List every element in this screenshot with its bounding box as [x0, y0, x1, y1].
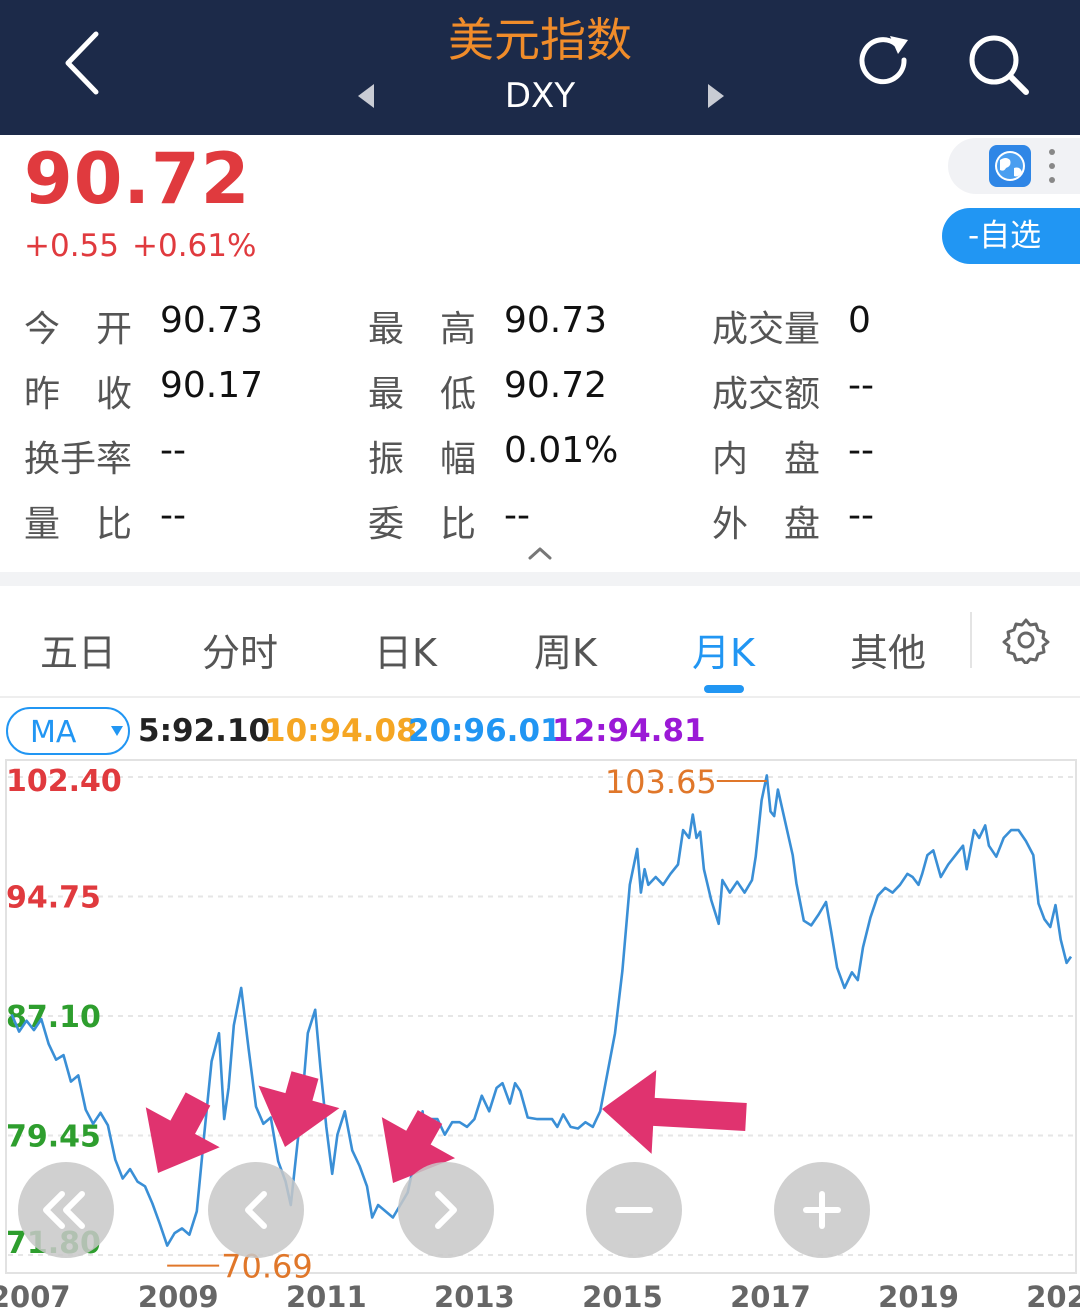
scroll-right-button[interactable] — [398, 1162, 494, 1258]
globe-icon[interactable] — [988, 144, 1032, 188]
price-change: +0.55 — [24, 228, 119, 264]
stat-label-volume: 成交量 — [712, 309, 821, 350]
tab-daily-k[interactable]: 日K — [374, 622, 437, 677]
max-value-label: 103.65 — [605, 763, 717, 801]
tab-divider — [970, 612, 972, 668]
y-tick-label: 79.45 — [6, 1120, 101, 1155]
stat-label-prev-close: 昨 收 — [24, 374, 133, 415]
active-tab-indicator — [704, 685, 744, 693]
chevron-left-icon — [245, 1191, 267, 1229]
stat-value-inner: -- — [848, 430, 874, 471]
refresh-icon[interactable] — [852, 30, 916, 94]
x-tick-label: 2009 — [138, 1280, 219, 1310]
stat-value-low: 90.72 — [504, 365, 608, 406]
stat-label-low: 最 低 — [368, 374, 477, 415]
tab-weekly-k[interactable]: 周K — [534, 622, 597, 677]
current-price: 90.72 — [24, 138, 251, 220]
stat-label-high: 最 高 — [368, 309, 477, 350]
ma10-value: 10:94.08 — [264, 713, 418, 749]
stat-label-order-ratio: 委 比 — [368, 504, 477, 545]
top-bar: 美元指数 DXY — [0, 0, 1080, 135]
stat-value-outer: -- — [848, 495, 874, 536]
x-tick-label: 2019 — [878, 1280, 959, 1310]
stat-label-turnover: 成交额 — [712, 374, 821, 415]
stat-label-open: 今 开 — [24, 309, 133, 350]
remove-from-watchlist-button[interactable]: -自选 — [942, 208, 1080, 264]
section-divider — [0, 572, 1080, 586]
stat-label-inner: 内 盘 — [712, 439, 821, 480]
tab-five-day[interactable]: 五日 — [40, 622, 116, 677]
y-tick-label: 94.75 — [6, 881, 101, 916]
quote-actions — [948, 138, 1080, 194]
annotation-arrow-2 — [258, 1071, 340, 1147]
indicator-selector-label: MA — [30, 715, 77, 750]
stat-value-volume-ratio: -- — [160, 495, 186, 536]
chevron-right-icon — [435, 1191, 457, 1229]
double-chevron-left-icon — [43, 1191, 85, 1229]
stat-value-turnover: -- — [848, 365, 874, 406]
symbol-code: DXY — [504, 76, 576, 116]
tab-monthly-k[interactable]: 月K — [692, 622, 755, 677]
minus-icon — [615, 1207, 653, 1213]
stat-value-volume: 0 — [848, 300, 871, 341]
stat-value-amplitude: 0.01% — [504, 430, 619, 471]
tab-other[interactable]: 其他 — [850, 622, 926, 677]
price-line — [10, 774, 1073, 1247]
ma20-value: 20:96.01 — [408, 713, 562, 749]
tab-intraday[interactable]: 分时 — [202, 622, 278, 677]
ma5-value: 5:92.10 — [138, 713, 271, 749]
scroll-left-button[interactable] — [208, 1162, 304, 1258]
x-tick-label: 2021 — [1026, 1280, 1080, 1310]
more-options-icon[interactable] — [1046, 146, 1058, 186]
plus-icon — [803, 1191, 841, 1229]
annotation-arrow-2-shape — [258, 1071, 340, 1147]
zoom-out-button[interactable] — [586, 1162, 682, 1258]
stat-value-prev-close: 90.17 — [160, 365, 264, 406]
stat-value-turnover-rate: -- — [160, 430, 186, 471]
zoom-in-button[interactable] — [774, 1162, 870, 1258]
settings-icon[interactable] — [1002, 616, 1050, 664]
search-icon[interactable] — [964, 30, 1034, 100]
ma12-value: 12:94.81 — [552, 713, 706, 749]
page-title: 美元指数 — [448, 13, 632, 67]
y-tick-label: 102.40 — [6, 764, 122, 799]
annotation-arrow-4 — [602, 1069, 747, 1154]
stat-label-outer: 外 盘 — [712, 504, 821, 545]
rewind-button[interactable] — [18, 1162, 114, 1258]
annotation-arrow-4-shape — [602, 1069, 747, 1154]
stat-value-high: 90.73 — [504, 300, 608, 341]
x-tick-label: 2015 — [582, 1280, 663, 1310]
indicator-selector[interactable]: MA — [6, 707, 130, 755]
stat-value-order-ratio: -- — [504, 495, 530, 536]
dropdown-arrow-icon — [111, 726, 123, 736]
stat-label-turnover-rate: 换手率 — [24, 439, 133, 480]
price-change-percent: +0.61% — [132, 228, 257, 264]
next-symbol-icon[interactable] — [704, 82, 728, 110]
x-tick-label: 2017 — [730, 1280, 811, 1310]
x-tick-label: 2013 — [434, 1280, 515, 1310]
x-tick-label: 2007 — [0, 1280, 71, 1310]
collapse-icon[interactable] — [526, 544, 554, 562]
stat-label-volume-ratio: 量 比 — [24, 504, 133, 545]
monthly-k-chart[interactable]: 102.4094.7587.1079.4571.80 2007200920112… — [0, 755, 1080, 1310]
stat-label-amplitude: 振 幅 — [368, 439, 477, 480]
stat-value-open: 90.73 — [160, 300, 264, 341]
